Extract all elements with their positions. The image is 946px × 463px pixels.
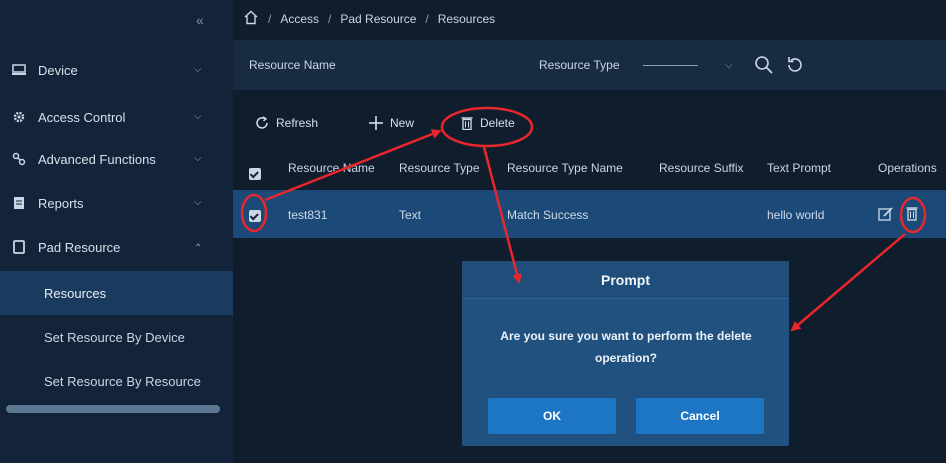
sidebar-subitem-set-resource-by-device[interactable]: Set Resource By Device	[0, 315, 233, 359]
edit-icon[interactable]	[878, 206, 894, 225]
resource-name-label: Resource Name	[249, 58, 336, 72]
sidebar-item-access-control[interactable]: Access Control ⌵	[0, 96, 233, 138]
column-header-operations: Operations	[878, 161, 937, 175]
sidebar-item-label: Advanced Functions	[38, 151, 156, 167]
table-row[interactable]: test831 Text Match Success hello world	[233, 190, 946, 238]
delete-label: Delete	[480, 116, 515, 130]
sidebar-subitem-set-resource-by-resource[interactable]: Set Resource By Resource	[0, 359, 233, 403]
sidebar-item-label: Pad Resource	[38, 239, 121, 255]
resource-type-label: Resource Type	[539, 58, 620, 72]
cell-resource-name: test831	[288, 208, 328, 222]
home-icon[interactable]	[243, 10, 259, 28]
breadcrumb: / Access / Pad Resource / Resources	[233, 0, 946, 38]
cell-resource-type-name: Match Success	[507, 208, 589, 222]
row-checkbox[interactable]	[249, 210, 261, 222]
column-header-text-prompt[interactable]: Text Prompt	[767, 161, 831, 175]
refresh-label: Refresh	[276, 116, 319, 130]
sidebar-item-label: Set Resource By Device	[44, 329, 185, 345]
column-header-resource-name[interactable]: Resource Name	[288, 161, 375, 175]
resource-type-select[interactable]	[643, 65, 698, 66]
sidebar-scrollbar[interactable]	[6, 405, 220, 413]
breadcrumb-separator: /	[268, 12, 272, 26]
row-delete-icon[interactable]	[906, 206, 918, 224]
chevron-up-icon: ⌃	[194, 243, 203, 254]
chevron-down-icon: ⌵	[194, 111, 202, 122]
plus-icon	[369, 116, 383, 130]
report-icon	[12, 196, 26, 210]
trash-icon	[461, 116, 473, 130]
chevron-down-icon[interactable]: ⌵	[725, 60, 733, 71]
new-button[interactable]: New	[369, 116, 414, 130]
column-header-resource-type[interactable]: Resource Type	[399, 161, 480, 175]
breadcrumb-resources: Resources	[437, 12, 496, 26]
search-filter-bar: Resource Name Resource Type ⌵	[233, 40, 946, 90]
functions-icon	[12, 152, 26, 166]
chevron-down-icon: ⌵	[194, 197, 202, 208]
sidebar-item-label: Set Resource By Resource	[44, 373, 201, 389]
ok-button[interactable]: OK	[488, 398, 616, 434]
new-label: New	[390, 116, 415, 130]
chevron-down-icon: ⌵	[194, 64, 202, 75]
sidebar: « Device ⌵ Access Control ⌵ Advanced Fun…	[0, 0, 233, 463]
breadcrumb-separator: /	[425, 12, 429, 26]
sidebar-item-pad-resource[interactable]: Pad Resource ⌃	[0, 226, 233, 268]
collapse-sidebar-icon[interactable]: «	[196, 12, 204, 28]
breadcrumb-pad-resource[interactable]: Pad Resource	[340, 12, 416, 26]
sidebar-item-label: Access Control	[38, 109, 126, 125]
dialog-header: Prompt	[462, 261, 789, 299]
annotation-arrow-3	[790, 233, 906, 332]
sidebar-subitem-resources[interactable]: Resources	[0, 271, 233, 315]
cell-text-prompt: hello world	[767, 208, 825, 222]
cell-resource-type: Text	[399, 208, 422, 222]
cancel-button[interactable]: Cancel	[636, 398, 764, 434]
tablet-icon	[12, 240, 26, 254]
device-icon	[12, 63, 26, 77]
delete-button[interactable]: Delete	[461, 116, 515, 130]
sidebar-item-device[interactable]: Device ⌵	[0, 49, 233, 91]
sidebar-item-reports[interactable]: Reports ⌵	[0, 182, 233, 224]
gear-icon	[12, 110, 26, 124]
chevron-down-icon: ⌵	[194, 153, 202, 164]
search-icon[interactable]	[753, 54, 775, 76]
breadcrumb-separator: /	[328, 12, 332, 26]
breadcrumb-access[interactable]: Access	[280, 12, 319, 26]
dialog-title: Prompt	[601, 272, 650, 288]
sidebar-item-label: Reports	[38, 195, 84, 211]
column-header-resource-suffix[interactable]: Resource Suffix	[659, 161, 744, 175]
column-header-resource-type-name[interactable]: Resource Type Name	[507, 161, 623, 175]
sidebar-item-label: Device	[38, 62, 78, 78]
refresh-icon	[255, 116, 269, 130]
sidebar-item-advanced-functions[interactable]: Advanced Functions ⌵	[0, 138, 233, 180]
refresh-button[interactable]: Refresh	[255, 116, 318, 130]
table-header: Resource Name Resource Type Resource Typ…	[233, 148, 946, 188]
delete-confirm-dialog: Prompt Are you sure you want to perform …	[462, 261, 789, 446]
sidebar-item-label: Resources	[44, 285, 107, 301]
dialog-message: Are you sure you want to perform the del…	[500, 329, 752, 365]
select-all-checkbox[interactable]	[249, 168, 261, 180]
reset-icon[interactable]	[784, 54, 806, 76]
toolbar: Refresh New Delete	[233, 108, 946, 144]
